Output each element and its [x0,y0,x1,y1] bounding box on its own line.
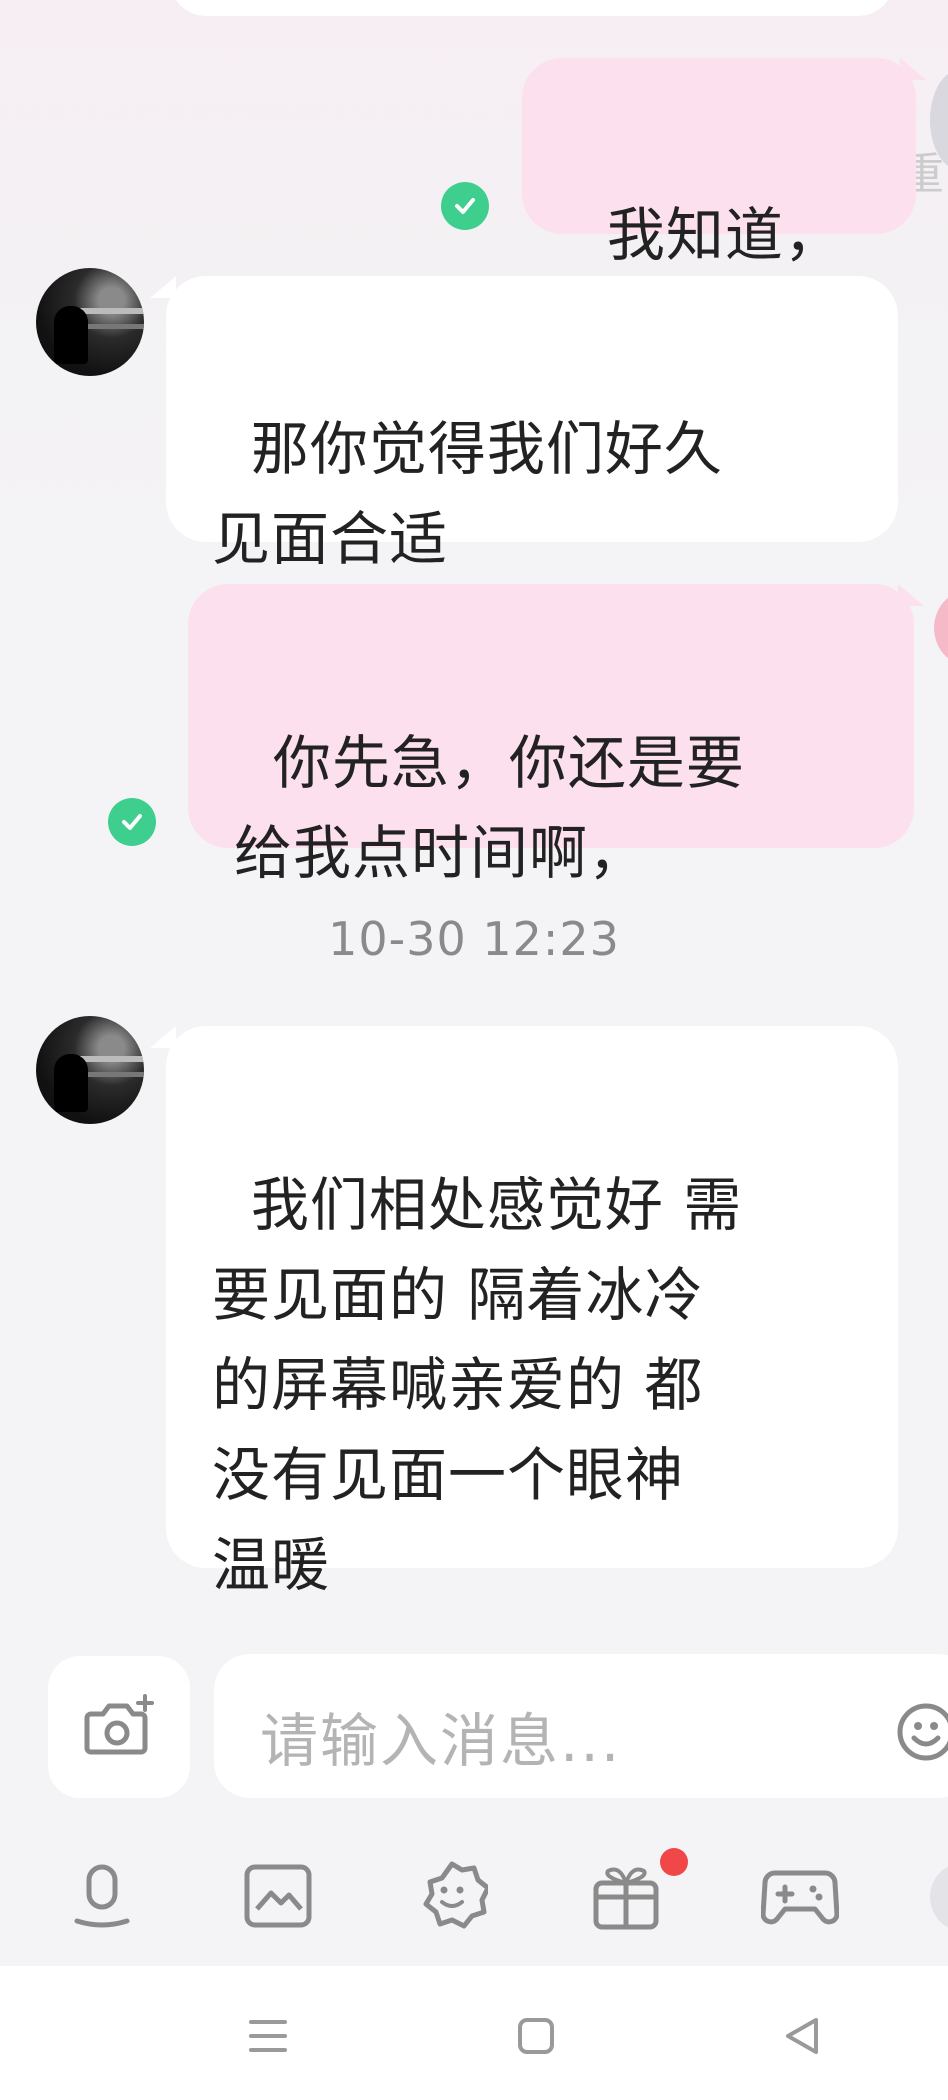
message-input-bar: 请输入消息... [0,1636,948,1798]
contact-avatar[interactable] [36,1016,144,1124]
voice-icon [74,1864,130,1928]
contact-avatar[interactable] [36,268,144,376]
read-check-icon [441,182,489,230]
previous-message-bubble [170,0,894,16]
message-input-placeholder: 请输入消息... [260,1707,622,1775]
camera-button[interactable] [48,1656,190,1798]
image-icon [244,1864,312,1928]
message-timestamp: 10-30 12:23 [328,912,620,966]
message-text: 我知道， [606,201,843,269]
emoji-icon[interactable] [896,1702,948,1762]
back-icon [786,2018,818,2054]
read-check-icon [108,798,156,846]
message-bubble-outgoing[interactable]: 你先急，你还是要 给我点时间啊， [188,584,914,887]
game-icon [761,1870,839,1925]
gift-icon [593,1867,659,1930]
game-button[interactable] [758,1854,842,1938]
menu-icon [249,2020,287,2052]
bubble-tail [898,584,924,606]
sticker-icon [423,1861,488,1929]
message-bubble-outgoing[interactable]: 我知道， [522,58,916,269]
message-input[interactable]: 请输入消息... [214,1654,948,1798]
image-button[interactable] [236,1854,320,1938]
gift-button[interactable] [584,1848,688,1938]
message-bubble-incoming[interactable]: 我们相处感觉好 需 要见面的 隔着冰冷 的屏幕喊亲爱的 都 没有见面一个眼神 温… [166,1026,898,1599]
sticker-button[interactable] [410,1854,494,1938]
camera-icon [84,1694,154,1755]
message-text: 我们相处感觉好 需 要见面的 隔着冰冷 的屏幕喊亲爱的 都 没有见面一个眼神 温… [212,1171,743,1599]
notification-badge [660,1848,688,1876]
home-button[interactable] [506,2006,566,2066]
home-icon [518,2018,554,2054]
my-avatar-partial[interactable] [934,588,948,668]
more-tools-partial[interactable] [930,1862,948,1932]
message-bubble-incoming[interactable]: 那你觉得我们好久 见面合适 [166,276,898,573]
system-navigation-bar [0,1966,948,2100]
message-text: 你先急，你还是要 给我点时间啊， [234,729,745,887]
message-text: 那你觉得我们好久 见面合适 [212,415,723,573]
chat-toolbar [0,1846,948,1966]
bubble-tail [900,58,926,80]
back-button[interactable] [772,2006,832,2066]
voice-button[interactable] [60,1854,144,1938]
menu-button[interactable] [238,2006,298,2066]
